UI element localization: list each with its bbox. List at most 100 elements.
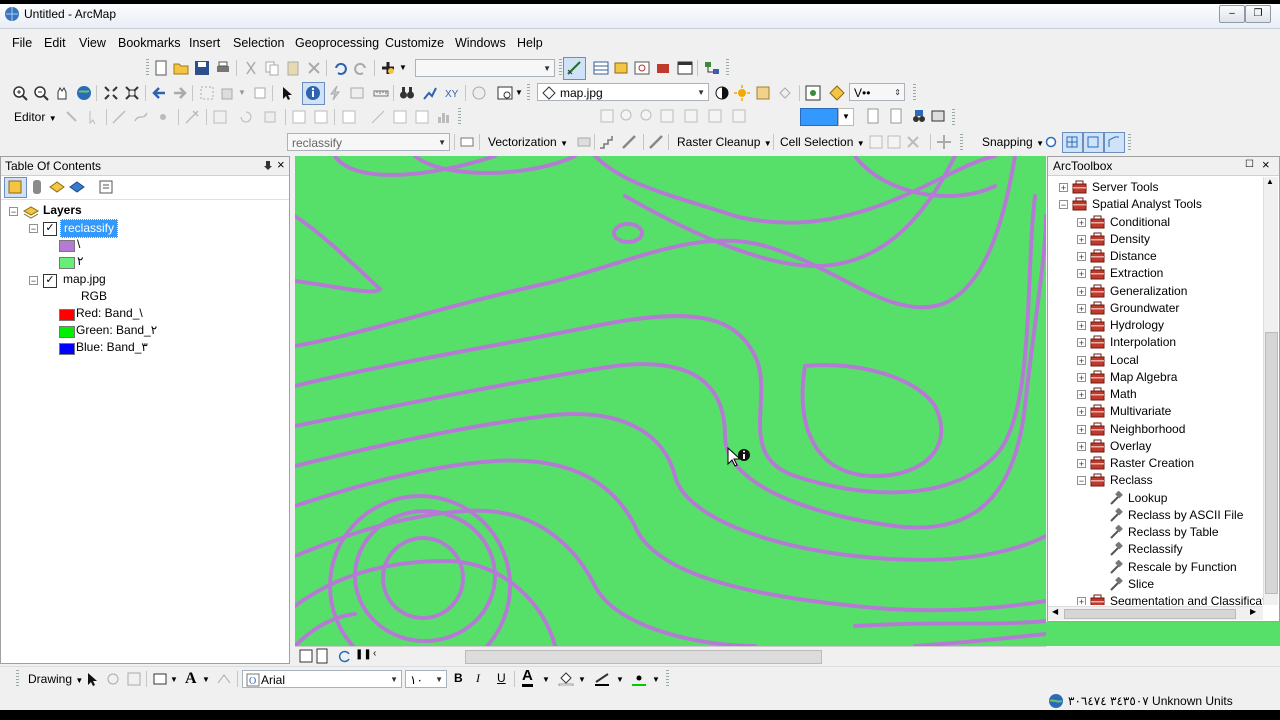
- back-arrow-icon[interactable]: [151, 85, 167, 101]
- font-size-combo[interactable]: ١٠ ▼: [405, 670, 447, 688]
- toolbox-expander[interactable]: +: [1077, 217, 1086, 227]
- search-window-icon[interactable]: [634, 60, 650, 76]
- rectangle-icon[interactable]: [152, 671, 168, 687]
- toolbox-expander[interactable]: −: [1059, 200, 1068, 210]
- viewer-dropdown-icon[interactable]: ▼: [515, 88, 523, 97]
- raster-finder-icon[interactable]: [936, 134, 952, 150]
- zoom-to-element-icon[interactable]: [126, 671, 142, 687]
- select-by-rectangle-icon[interactable]: [199, 85, 215, 101]
- font-family-combo[interactable]: O Arial ▼: [242, 670, 402, 688]
- vectorization-settings-icon[interactable]: [576, 134, 592, 150]
- find-route-icon[interactable]: [422, 85, 438, 101]
- georef-scale-combo[interactable]: V•• ⇕: [849, 83, 905, 101]
- scroll-left-icon[interactable]: ‹: [373, 648, 376, 659]
- toolbox-expander[interactable]: +: [1077, 441, 1086, 451]
- edit-vertices-drawing-icon[interactable]: [216, 671, 232, 687]
- toolset-item[interactable]: Local: [1110, 352, 1139, 369]
- python-window-icon[interactable]: [677, 60, 693, 76]
- sketch-properties-icon[interactable]: [313, 109, 329, 125]
- font-color-icon[interactable]: A: [522, 668, 533, 687]
- delete-icon[interactable]: [306, 60, 322, 76]
- toolset-item[interactable]: Neighborhood: [1110, 421, 1185, 438]
- drawing-menu[interactable]: Drawing ▼: [28, 672, 83, 686]
- geo-zoom-icon[interactable]: [619, 108, 635, 124]
- mapjpg-layer-label[interactable]: map.jpg: [63, 271, 106, 288]
- measure-icon[interactable]: [373, 85, 389, 101]
- pin-icon[interactable]: [263, 160, 273, 172]
- toolbox-vertical-scrollbar[interactable]: ▲: [1263, 177, 1278, 605]
- toolset-item[interactable]: Raster Creation: [1110, 455, 1194, 472]
- raster-painting-icon[interactable]: [648, 134, 664, 150]
- layout-zoom-icon[interactable]: [888, 108, 904, 124]
- raster-cleanup-menu[interactable]: Raster Cleanup ▼: [677, 135, 772, 149]
- toolbox-expander[interactable]: +: [1077, 286, 1086, 296]
- layout-page-icon[interactable]: [865, 108, 881, 124]
- add-data-dropdown-icon[interactable]: ▼: [399, 63, 407, 72]
- menu-insert[interactable]: Insert: [189, 36, 220, 50]
- pan-hand-icon[interactable]: [54, 85, 70, 101]
- marker-color-dropdown-icon[interactable]: ▼: [652, 675, 660, 684]
- topology-icon[interactable]: [392, 109, 408, 125]
- layout-view-icon[interactable]: [314, 648, 330, 664]
- toolset-item[interactable]: Interpolation: [1110, 334, 1176, 351]
- save-icon[interactable]: [194, 60, 210, 76]
- arctoolbox-maximize-icon[interactable]: ☐: [1245, 159, 1254, 170]
- menu-help[interactable]: Help: [517, 36, 543, 50]
- list-by-visibility-icon[interactable]: [49, 179, 65, 195]
- toolset-item[interactable]: Segmentation and Classificat: [1110, 593, 1263, 605]
- underline-button[interactable]: U: [497, 671, 506, 685]
- full-extent-globe-icon[interactable]: [76, 85, 92, 101]
- brightness-sun-icon[interactable]: [734, 85, 750, 101]
- toolset-item[interactable]: Hydrology: [1110, 317, 1164, 334]
- mapjpg-visibility-checkbox[interactable]: ✓: [43, 274, 57, 288]
- data-view-icon[interactable]: [298, 648, 314, 664]
- interactive-selection-icon[interactable]: [886, 134, 902, 150]
- fill-color-dropdown-icon[interactable]: ▼: [578, 675, 586, 684]
- toolbox-expander[interactable]: −: [1077, 476, 1086, 486]
- tool-item[interactable]: Reclass by ASCII File: [1128, 507, 1243, 524]
- toolset-item[interactable]: Distance: [1110, 248, 1157, 265]
- tool-item[interactable]: Reclass by Table: [1128, 524, 1219, 541]
- vector-pencil-icon[interactable]: [621, 134, 637, 150]
- scroll-left-arrow-icon[interactable]: ◀: [1052, 607, 1058, 616]
- paste-icon[interactable]: [285, 60, 301, 76]
- reclassify-layer-label[interactable]: reclassify: [60, 219, 119, 238]
- toolbox-expander[interactable]: +: [1077, 372, 1086, 382]
- toolset-item[interactable]: Conditional: [1110, 214, 1170, 231]
- editor-menu[interactable]: Editor ▼: [14, 110, 57, 124]
- end-snapping-button[interactable]: [1062, 132, 1083, 153]
- rotate-icon[interactable]: [238, 109, 254, 125]
- clear-selection-icon[interactable]: [252, 85, 268, 101]
- restore-button[interactable]: ❐: [1245, 5, 1271, 23]
- reclassify-visibility-checkbox[interactable]: ✓: [43, 222, 57, 236]
- menu-windows[interactable]: Windows: [455, 36, 506, 50]
- arctoolbox-window-icon[interactable]: [655, 60, 671, 76]
- georef-icon[interactable]: [829, 85, 845, 101]
- forward-arrow-icon[interactable]: [172, 85, 188, 101]
- trace-icon[interactable]: [133, 109, 149, 125]
- create-features-icon[interactable]: [341, 109, 357, 125]
- straight-segment-icon[interactable]: [111, 109, 127, 125]
- toolbox-expander[interactable]: +: [1077, 234, 1086, 244]
- list-by-selection-icon[interactable]: [69, 179, 85, 195]
- toolbox-hscroll-thumb[interactable]: [1064, 609, 1236, 619]
- geo-pan-icon[interactable]: [639, 108, 655, 124]
- menu-customize[interactable]: Customize: [385, 36, 444, 50]
- toolbox-expander[interactable]: +: [1077, 407, 1086, 417]
- scroll-right-arrow-icon[interactable]: ▶: [1250, 607, 1256, 616]
- tool-item[interactable]: Slice: [1128, 576, 1154, 593]
- fixed-zoom-out-icon[interactable]: [124, 85, 140, 101]
- scroll-up-icon[interactable]: ▲: [1266, 177, 1274, 186]
- rotate-element-icon[interactable]: [105, 671, 121, 687]
- find-binoculars-icon[interactable]: [399, 85, 415, 101]
- menu-bookmarks[interactable]: Bookmarks: [118, 36, 181, 50]
- toolset-item[interactable]: Map Algebra: [1110, 369, 1177, 386]
- italic-button[interactable]: I: [476, 671, 480, 686]
- fixed-zoom-in-icon[interactable]: [103, 85, 119, 101]
- toolbox-expander[interactable]: +: [1077, 597, 1086, 605]
- toolbox-expander[interactable]: +: [1077, 355, 1086, 365]
- split-tool-icon[interactable]: [184, 109, 200, 125]
- go-to-xy-icon[interactable]: XY: [444, 85, 460, 101]
- toolbox-expander[interactable]: +: [1077, 424, 1086, 434]
- hyperlink-lightning-icon[interactable]: [327, 85, 343, 101]
